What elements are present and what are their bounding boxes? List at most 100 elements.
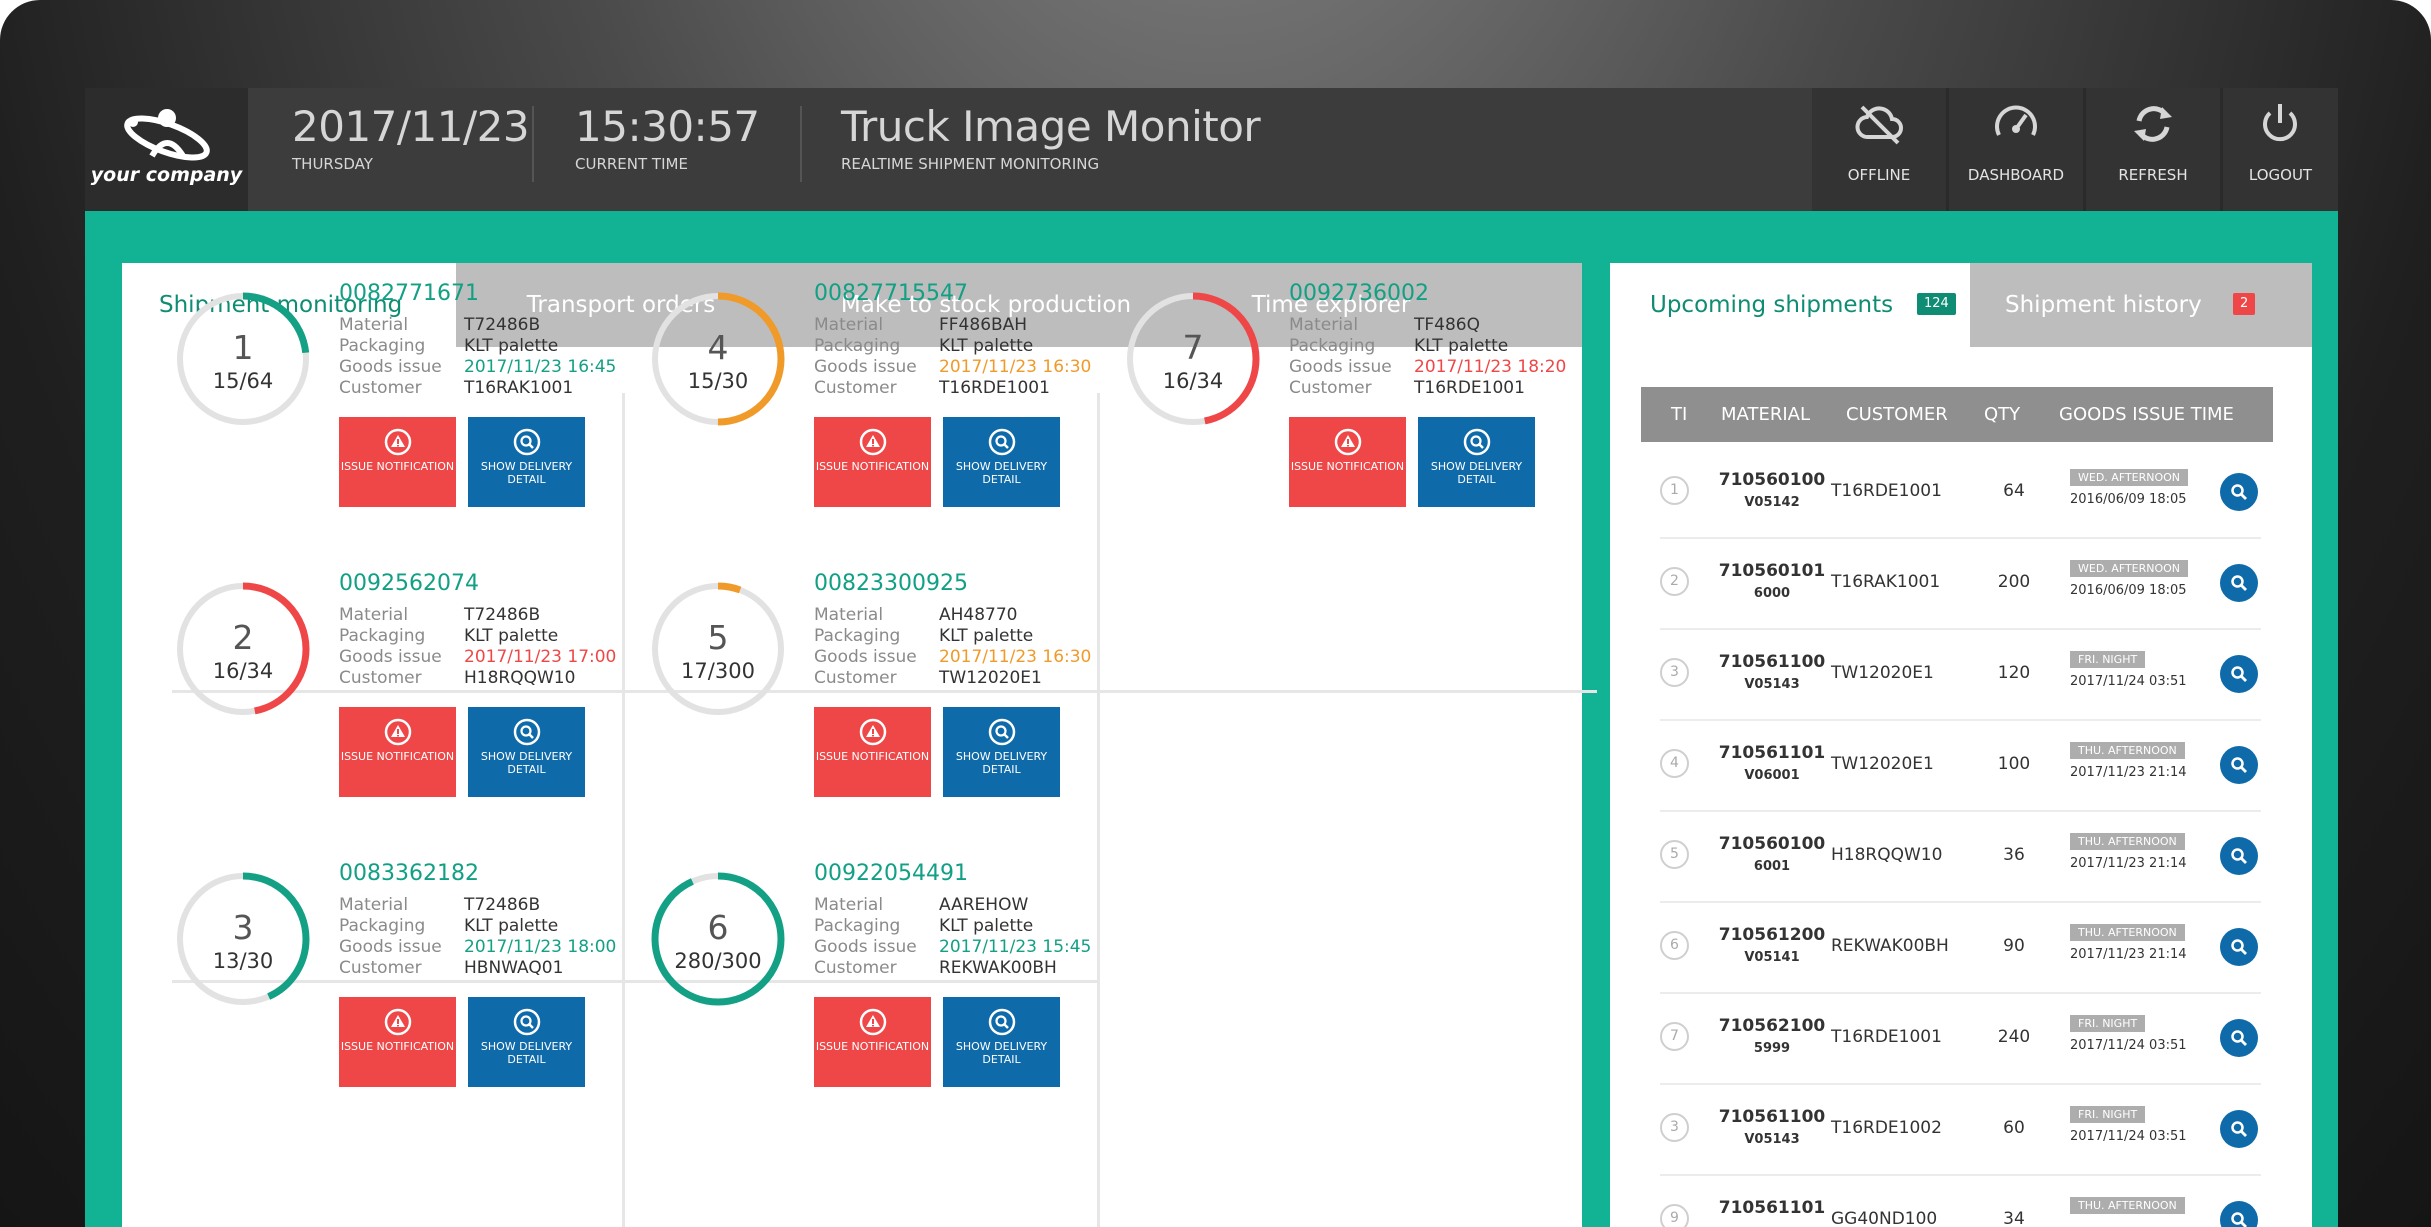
goods-issue-tag: FRI. NIGHT: [2070, 1015, 2146, 1032]
packaging-value: KLT palette: [464, 916, 559, 936]
shipment-id[interactable]: 00823300925: [814, 571, 968, 596]
goods-issue-time: 2017/11/24 03:51: [2070, 674, 2187, 689]
row-detail-button[interactable]: [2220, 1201, 2258, 1227]
table-row[interactable]: 3 710561100 V05143 TW12020E1 120 FRI. NI…: [1660, 629, 2261, 721]
search-icon: [2231, 848, 2247, 864]
header-divider: [800, 106, 802, 182]
shipment-id[interactable]: 00827715547: [814, 281, 968, 306]
logout-button[interactable]: LOGOUT: [2223, 88, 2338, 211]
show-delivery-detail-button[interactable]: SHOW DELIVERY DETAIL: [943, 997, 1060, 1087]
goods-issue-label: Goods issue: [339, 937, 442, 957]
col-ti[interactable]: TI: [1671, 387, 1687, 442]
col-material[interactable]: MATERIAL: [1721, 387, 1810, 442]
shipment-id[interactable]: 0083362182: [339, 861, 479, 886]
warning-icon: [859, 1008, 886, 1036]
col-goods-issue-time[interactable]: GOODS ISSUE TIME: [2059, 387, 2234, 442]
shipment-id[interactable]: 0082771671: [339, 281, 479, 306]
search-icon: [2231, 1030, 2247, 1046]
goods-issue-value: 2017/11/23 15:45: [939, 937, 1092, 957]
shipment-card[interactable]: 4 15/30 00827715547 Material FF486BAH Pa…: [644, 253, 1119, 543]
logout-label: LOGOUT: [2248, 166, 2313, 184]
goods-issue-value: 2017/11/23 17:00: [464, 647, 617, 667]
row-detail-button[interactable]: [2220, 1110, 2258, 1148]
goods-issue-label: Goods issue: [339, 647, 442, 667]
shipment-progress: 16/34: [212, 659, 274, 683]
quantity: 100: [1997, 754, 2031, 774]
show-delivery-detail-button[interactable]: SHOW DELIVERY DETAIL: [943, 707, 1060, 797]
issue-notification-button[interactable]: ISSUE NOTIFICATION: [339, 707, 456, 797]
col-qty[interactable]: QTY: [1984, 387, 2020, 442]
shipment-card[interactable]: 6 280/300 00922054491 Material AAREHOW P…: [644, 833, 1119, 1123]
customer-code: H18RQQW10: [1831, 845, 1943, 865]
show-delivery-detail-label: SHOW DELIVERY DETAIL: [955, 460, 1048, 486]
row-detail-button[interactable]: [2220, 564, 2258, 602]
refresh-button[interactable]: REFRESH: [2086, 88, 2220, 211]
search-icon: [988, 1008, 1015, 1036]
row-detail-button[interactable]: [2220, 837, 2258, 875]
refresh-icon: [2134, 106, 2172, 142]
row-detail-button[interactable]: [2220, 473, 2258, 511]
ti-indicator: 6: [1660, 931, 1689, 960]
show-delivery-detail-button[interactable]: SHOW DELIVERY DETAIL: [468, 417, 585, 507]
tab-shipment-history[interactable]: Shipment history 2: [1970, 263, 2312, 347]
issue-notification-button[interactable]: ISSUE NOTIFICATION: [814, 417, 931, 507]
customer-value: T16RAK1001: [464, 378, 574, 398]
table-row[interactable]: 3 710561100 V05143 T16RDE1002 60 FRI. NI…: [1660, 1084, 2261, 1176]
shipment-monitoring-panel: Shipment monitoring Transport orders Mak…: [122, 263, 1597, 1227]
shipment-card[interactable]: 7 16/34 0092736002 Material TF486Q Packa…: [1119, 253, 1594, 543]
material-label: Material: [339, 895, 409, 915]
goods-issue-label: Goods issue: [814, 357, 917, 377]
material-value: AH48770: [939, 605, 1018, 625]
shipment-card[interactable]: 2 16/34 0092562074 Material T72486B Pack…: [169, 543, 644, 833]
shipment-id[interactable]: 0092562074: [339, 571, 479, 596]
table-row[interactable]: 2 710560101 6000 T16RAK1001 200 WED. AFT…: [1660, 538, 2261, 630]
shipment-progress: 13/30: [212, 949, 274, 973]
shipment-card[interactable]: 5 17/300 00823300925 Material AH48770 Pa…: [644, 543, 1119, 833]
company-logo[interactable]: your company: [85, 88, 248, 211]
search-icon: [988, 428, 1015, 456]
material-value: T72486B: [464, 895, 541, 915]
quantity: 36: [2003, 845, 2025, 865]
shipment-card[interactable]: 1 15/64 0082771671 Material T72486B Pack…: [169, 253, 644, 543]
show-delivery-detail-button[interactable]: SHOW DELIVERY DETAIL: [943, 417, 1060, 507]
col-customer[interactable]: CUSTOMER: [1846, 387, 1948, 442]
show-delivery-detail-button[interactable]: SHOW DELIVERY DETAIL: [468, 997, 585, 1087]
table-row[interactable]: 5 710560100 6001 H18RQQW10 36 THU. AFTER…: [1660, 811, 2261, 903]
dashboard-button[interactable]: DASHBOARD: [1949, 88, 2083, 211]
goods-issue-label: Goods issue: [339, 357, 442, 377]
offline-button[interactable]: OFFLINE: [1812, 88, 1946, 211]
customer-code: GG40ND100: [1831, 1209, 1938, 1227]
issue-notification-button[interactable]: ISSUE NOTIFICATION: [339, 997, 456, 1087]
issue-notification-button[interactable]: ISSUE NOTIFICATION: [814, 707, 931, 797]
row-detail-button[interactable]: [2220, 746, 2258, 784]
shipment-card[interactable]: 3 13/30 0083362182 Material T72486B Pack…: [169, 833, 644, 1123]
table-row[interactable]: 7 710562100 5999 T16RDE1001 240 FRI. NIG…: [1660, 993, 2261, 1085]
shipment-id[interactable]: 0092736002: [1289, 281, 1429, 306]
table-row[interactable]: 9 710561101 GG40ND100 34 THU. AFTERNOON: [1660, 1175, 2261, 1227]
customer-value: T16RDE1001: [1414, 378, 1525, 398]
app-title: Truck Image Monitor: [841, 102, 1261, 151]
table-header: TI MATERIAL CUSTOMER QTY GOODS ISSUE TIM…: [1641, 387, 2273, 442]
table-row[interactable]: 4 710561101 V06001 TW12020E1 100 THU. AF…: [1660, 720, 2261, 812]
issue-notification-button[interactable]: ISSUE NOTIFICATION: [814, 997, 931, 1087]
show-delivery-detail-button[interactable]: SHOW DELIVERY DETAIL: [1418, 417, 1535, 507]
row-detail-button[interactable]: [2220, 1019, 2258, 1057]
goods-issue-tag: FRI. NIGHT: [2070, 651, 2146, 668]
table-row[interactable]: 6 710561200 V05141 REKWAK00BH 90 THU. AF…: [1660, 902, 2261, 994]
show-delivery-detail-button[interactable]: SHOW DELIVERY DETAIL: [468, 707, 585, 797]
quantity: 120: [1997, 663, 2031, 683]
warning-icon: [1334, 428, 1361, 456]
search-icon: [988, 718, 1015, 746]
row-detail-button[interactable]: [2220, 655, 2258, 693]
show-delivery-detail-label: SHOW DELIVERY DETAIL: [480, 750, 573, 776]
goods-issue-time: 2017/11/23 21:14: [2070, 856, 2187, 871]
row-detail-button[interactable]: [2220, 928, 2258, 966]
issue-notification-button[interactable]: ISSUE NOTIFICATION: [339, 417, 456, 507]
issue-notification-button[interactable]: ISSUE NOTIFICATION: [1289, 417, 1406, 507]
tab-upcoming-shipments[interactable]: Upcoming shipments 124: [1610, 263, 1970, 347]
warning-icon: [384, 428, 411, 456]
goods-issue-value: 2017/11/23 16:30: [939, 357, 1092, 377]
shipment-id[interactable]: 00922054491: [814, 861, 968, 886]
table-row[interactable]: 1 710560100 V05142 T16RDE1001 64 WED. AF…: [1660, 447, 2261, 539]
top-bar: your company 2017/11/23 THURSDAY 15:30:5…: [85, 88, 2338, 211]
